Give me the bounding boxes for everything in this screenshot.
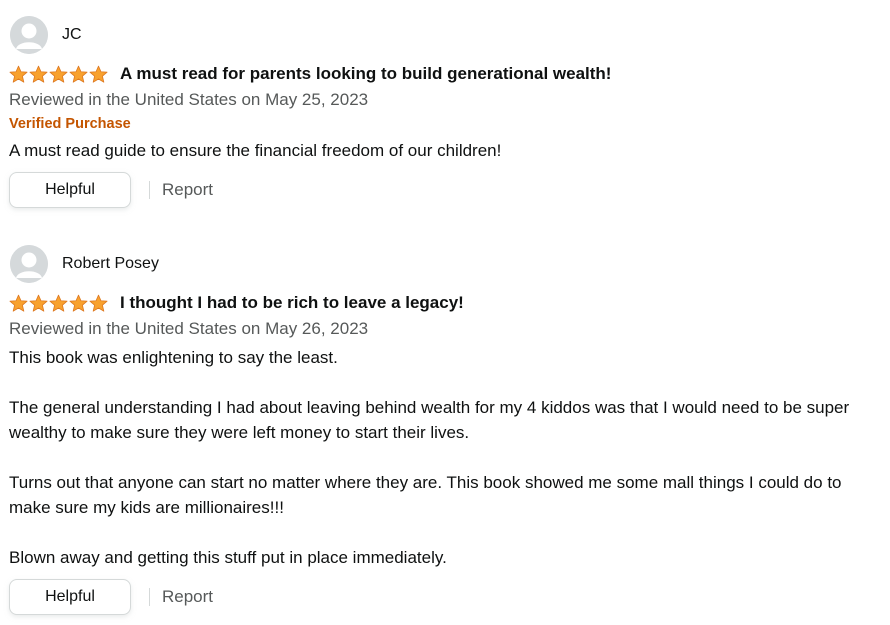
- star-icon: [49, 65, 68, 84]
- star-icon: [9, 65, 28, 84]
- verified-purchase-badge[interactable]: Verified Purchase: [9, 115, 869, 133]
- star-icon: [69, 294, 88, 313]
- review-title[interactable]: I thought I had to be rich to leave a le…: [120, 293, 464, 313]
- report-link[interactable]: Report: [162, 587, 213, 607]
- avatar: [10, 16, 48, 54]
- avatar: [10, 245, 48, 283]
- review-date: Reviewed in the United States on May 26,…: [9, 319, 369, 338]
- helpful-button[interactable]: Helpful: [9, 172, 131, 208]
- report-link[interactable]: Report: [162, 180, 213, 200]
- star-icon: [69, 65, 88, 84]
- default-avatar-icon: [10, 245, 48, 283]
- default-avatar-icon: [10, 16, 48, 54]
- reviewer-profile[interactable]: JC: [9, 15, 869, 55]
- review-title-row: I thought I had to be rich to leave a le…: [9, 292, 869, 314]
- star-icon: [89, 65, 108, 84]
- review-title[interactable]: A must read for parents looking to build…: [120, 64, 611, 84]
- review-actions: Helpful Report: [9, 579, 869, 615]
- star-rating[interactable]: [9, 294, 108, 313]
- review-date: Reviewed in the United States on May 25,…: [9, 90, 369, 109]
- review-actions: Helpful Report: [9, 172, 869, 208]
- star-icon: [29, 294, 48, 313]
- review-body: This book was enlightening to say the le…: [9, 345, 869, 570]
- star-icon: [49, 294, 68, 313]
- reviewer-profile[interactable]: Robert Posey: [9, 244, 869, 284]
- star-icon: [29, 65, 48, 84]
- reviewer-name[interactable]: JC: [62, 26, 82, 44]
- review-title-row: A must read for parents looking to build…: [9, 63, 869, 85]
- review-paragraph: Blown away and getting this stuff put in…: [9, 548, 447, 567]
- helpful-button[interactable]: Helpful: [9, 579, 131, 615]
- star-rating[interactable]: [9, 65, 108, 84]
- reviewer-name[interactable]: Robert Posey: [62, 255, 159, 273]
- review-body: A must read guide to ensure the financia…: [9, 138, 869, 163]
- star-icon: [89, 294, 108, 313]
- review-paragraph: The general understanding I had about le…: [9, 398, 850, 442]
- review-card: JC A must read for parents looking to bu…: [9, 15, 869, 208]
- action-divider: [149, 181, 150, 199]
- review-paragraph: Turns out that anyone can start no matte…: [9, 473, 842, 517]
- review-card: Robert Posey I thought I had to be rich …: [9, 244, 869, 615]
- review-paragraph: A must read guide to ensure the financia…: [9, 141, 502, 160]
- star-icon: [9, 294, 28, 313]
- action-divider: [149, 588, 150, 606]
- review-paragraph: This book was enlightening to say the le…: [9, 348, 338, 367]
